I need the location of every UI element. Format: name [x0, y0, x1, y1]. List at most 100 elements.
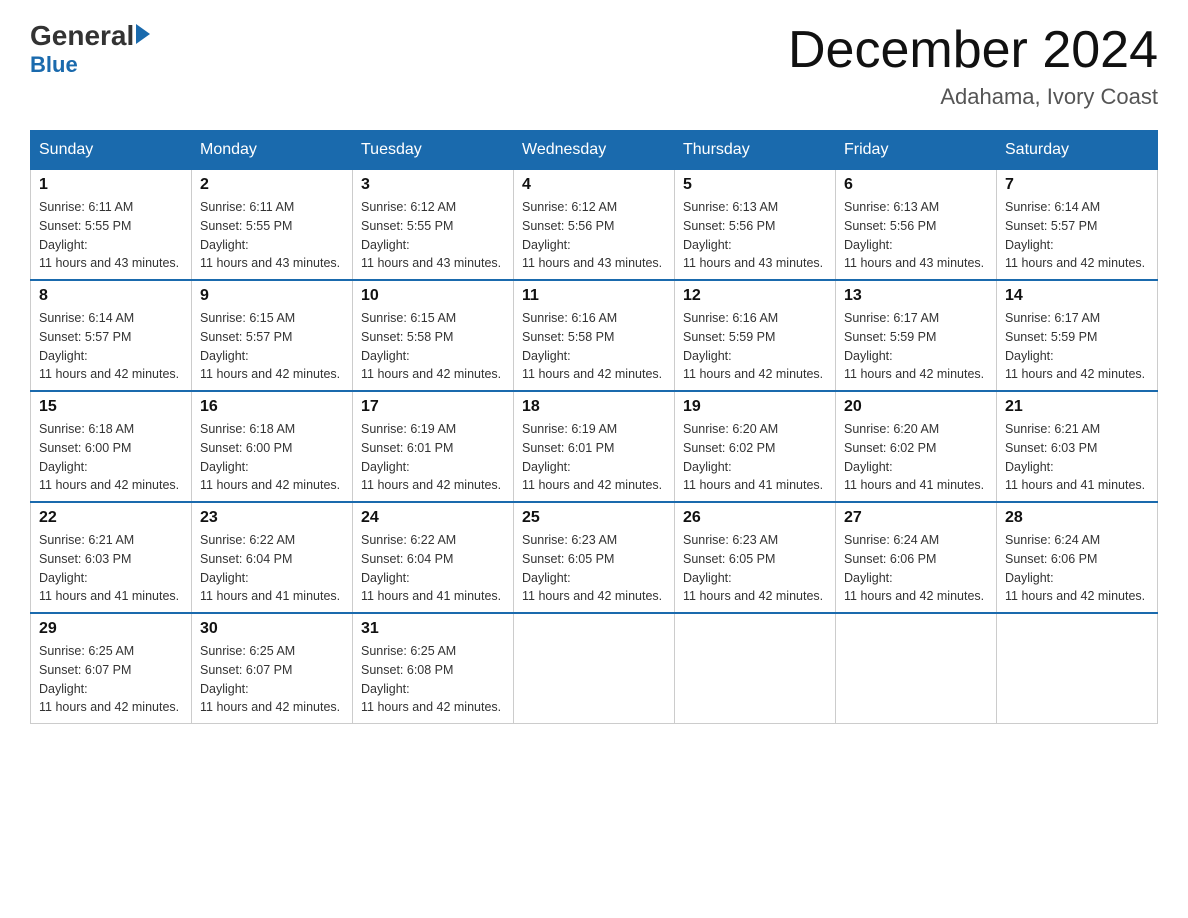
sunset-label: Sunset: 5:55 PM [361, 219, 453, 233]
day-number: 13 [844, 287, 988, 305]
logo: General Blue [30, 20, 150, 78]
calendar-cell: 22 Sunrise: 6:21 AM Sunset: 6:03 PM Dayl… [31, 502, 192, 613]
calendar-week-row-2: 8 Sunrise: 6:14 AM Sunset: 5:57 PM Dayli… [31, 280, 1158, 391]
day-info: Sunrise: 6:18 AM Sunset: 6:00 PM Dayligh… [200, 420, 344, 495]
day-number: 19 [683, 398, 827, 416]
sunrise-label: Sunrise: 6:15 AM [361, 311, 456, 325]
day-info: Sunrise: 6:25 AM Sunset: 6:07 PM Dayligh… [200, 642, 344, 717]
day-number: 17 [361, 398, 505, 416]
calendar-cell: 3 Sunrise: 6:12 AM Sunset: 5:55 PM Dayli… [353, 170, 514, 281]
calendar-cell: 15 Sunrise: 6:18 AM Sunset: 6:00 PM Dayl… [31, 391, 192, 502]
day-info: Sunrise: 6:24 AM Sunset: 6:06 PM Dayligh… [844, 531, 988, 606]
calendar-cell: 30 Sunrise: 6:25 AM Sunset: 6:07 PM Dayl… [192, 613, 353, 724]
sunrise-label: Sunrise: 6:16 AM [522, 311, 617, 325]
day-number: 16 [200, 398, 344, 416]
daylight-label: Daylight: 11 hours and 42 minutes. [200, 682, 340, 715]
calendar-cell [514, 613, 675, 724]
header-saturday: Saturday [997, 131, 1158, 170]
sunset-label: Sunset: 6:08 PM [361, 663, 453, 677]
day-number: 29 [39, 620, 183, 638]
sunrise-label: Sunrise: 6:22 AM [361, 533, 456, 547]
calendar-cell: 13 Sunrise: 6:17 AM Sunset: 5:59 PM Dayl… [836, 280, 997, 391]
day-number: 27 [844, 509, 988, 527]
day-number: 20 [844, 398, 988, 416]
day-info: Sunrise: 6:20 AM Sunset: 6:02 PM Dayligh… [683, 420, 827, 495]
day-number: 24 [361, 509, 505, 527]
daylight-label: Daylight: 11 hours and 42 minutes. [200, 460, 340, 493]
page-header: General Blue December 2024 Adahama, Ivor… [30, 20, 1158, 110]
daylight-label: Daylight: 11 hours and 43 minutes. [200, 238, 340, 271]
day-number: 6 [844, 176, 988, 194]
sunset-label: Sunset: 5:57 PM [1005, 219, 1097, 233]
calendar-cell: 21 Sunrise: 6:21 AM Sunset: 6:03 PM Dayl… [997, 391, 1158, 502]
day-info: Sunrise: 6:13 AM Sunset: 5:56 PM Dayligh… [844, 198, 988, 273]
daylight-label: Daylight: 11 hours and 41 minutes. [683, 460, 823, 493]
calendar-cell: 31 Sunrise: 6:25 AM Sunset: 6:08 PM Dayl… [353, 613, 514, 724]
day-info: Sunrise: 6:13 AM Sunset: 5:56 PM Dayligh… [683, 198, 827, 273]
header-monday: Monday [192, 131, 353, 170]
sunset-label: Sunset: 5:55 PM [39, 219, 131, 233]
sunset-label: Sunset: 5:56 PM [522, 219, 614, 233]
calendar-cell: 6 Sunrise: 6:13 AM Sunset: 5:56 PM Dayli… [836, 170, 997, 281]
sunrise-label: Sunrise: 6:21 AM [1005, 422, 1100, 436]
sunrise-label: Sunrise: 6:17 AM [1005, 311, 1100, 325]
header-friday: Friday [836, 131, 997, 170]
day-number: 15 [39, 398, 183, 416]
sunrise-label: Sunrise: 6:13 AM [683, 200, 778, 214]
logo-blue: Blue [30, 52, 78, 77]
daylight-label: Daylight: 11 hours and 42 minutes. [522, 349, 662, 382]
sunset-label: Sunset: 6:00 PM [200, 441, 292, 455]
sunset-label: Sunset: 5:57 PM [39, 330, 131, 344]
day-info: Sunrise: 6:23 AM Sunset: 6:05 PM Dayligh… [522, 531, 666, 606]
sunset-label: Sunset: 6:05 PM [522, 552, 614, 566]
day-info: Sunrise: 6:22 AM Sunset: 6:04 PM Dayligh… [361, 531, 505, 606]
daylight-label: Daylight: 11 hours and 43 minutes. [361, 238, 501, 271]
calendar-cell: 27 Sunrise: 6:24 AM Sunset: 6:06 PM Dayl… [836, 502, 997, 613]
calendar-header-row: Sunday Monday Tuesday Wednesday Thursday… [31, 131, 1158, 170]
calendar-cell: 7 Sunrise: 6:14 AM Sunset: 5:57 PM Dayli… [997, 170, 1158, 281]
day-number: 22 [39, 509, 183, 527]
day-info: Sunrise: 6:23 AM Sunset: 6:05 PM Dayligh… [683, 531, 827, 606]
calendar-cell: 19 Sunrise: 6:20 AM Sunset: 6:02 PM Dayl… [675, 391, 836, 502]
sunset-label: Sunset: 5:58 PM [522, 330, 614, 344]
daylight-label: Daylight: 11 hours and 42 minutes. [844, 571, 984, 604]
daylight-label: Daylight: 11 hours and 42 minutes. [683, 349, 823, 382]
calendar-cell: 23 Sunrise: 6:22 AM Sunset: 6:04 PM Dayl… [192, 502, 353, 613]
daylight-label: Daylight: 11 hours and 42 minutes. [1005, 571, 1145, 604]
daylight-label: Daylight: 11 hours and 42 minutes. [39, 349, 179, 382]
sunset-label: Sunset: 6:04 PM [361, 552, 453, 566]
day-info: Sunrise: 6:17 AM Sunset: 5:59 PM Dayligh… [1005, 309, 1149, 384]
sunset-label: Sunset: 6:02 PM [683, 441, 775, 455]
sunrise-label: Sunrise: 6:13 AM [844, 200, 939, 214]
day-info: Sunrise: 6:14 AM Sunset: 5:57 PM Dayligh… [1005, 198, 1149, 273]
sunrise-label: Sunrise: 6:17 AM [844, 311, 939, 325]
sunset-label: Sunset: 5:56 PM [683, 219, 775, 233]
day-number: 26 [683, 509, 827, 527]
day-number: 23 [200, 509, 344, 527]
day-info: Sunrise: 6:24 AM Sunset: 6:06 PM Dayligh… [1005, 531, 1149, 606]
day-number: 10 [361, 287, 505, 305]
sunset-label: Sunset: 5:57 PM [200, 330, 292, 344]
calendar-week-row-4: 22 Sunrise: 6:21 AM Sunset: 6:03 PM Dayl… [31, 502, 1158, 613]
header-thursday: Thursday [675, 131, 836, 170]
sunrise-label: Sunrise: 6:21 AM [39, 533, 134, 547]
day-number: 7 [1005, 176, 1149, 194]
sunrise-label: Sunrise: 6:24 AM [844, 533, 939, 547]
sunset-label: Sunset: 6:03 PM [1005, 441, 1097, 455]
sunset-label: Sunset: 6:07 PM [200, 663, 292, 677]
day-info: Sunrise: 6:11 AM Sunset: 5:55 PM Dayligh… [200, 198, 344, 273]
day-number: 21 [1005, 398, 1149, 416]
day-info: Sunrise: 6:15 AM Sunset: 5:57 PM Dayligh… [200, 309, 344, 384]
day-info: Sunrise: 6:22 AM Sunset: 6:04 PM Dayligh… [200, 531, 344, 606]
day-info: Sunrise: 6:25 AM Sunset: 6:08 PM Dayligh… [361, 642, 505, 717]
sunset-label: Sunset: 6:01 PM [522, 441, 614, 455]
daylight-label: Daylight: 11 hours and 43 minutes. [522, 238, 662, 271]
calendar-cell: 14 Sunrise: 6:17 AM Sunset: 5:59 PM Dayl… [997, 280, 1158, 391]
day-number: 8 [39, 287, 183, 305]
day-info: Sunrise: 6:17 AM Sunset: 5:59 PM Dayligh… [844, 309, 988, 384]
daylight-label: Daylight: 11 hours and 43 minutes. [683, 238, 823, 271]
day-info: Sunrise: 6:14 AM Sunset: 5:57 PM Dayligh… [39, 309, 183, 384]
sunset-label: Sunset: 6:06 PM [1005, 552, 1097, 566]
calendar-cell [675, 613, 836, 724]
calendar-cell: 24 Sunrise: 6:22 AM Sunset: 6:04 PM Dayl… [353, 502, 514, 613]
